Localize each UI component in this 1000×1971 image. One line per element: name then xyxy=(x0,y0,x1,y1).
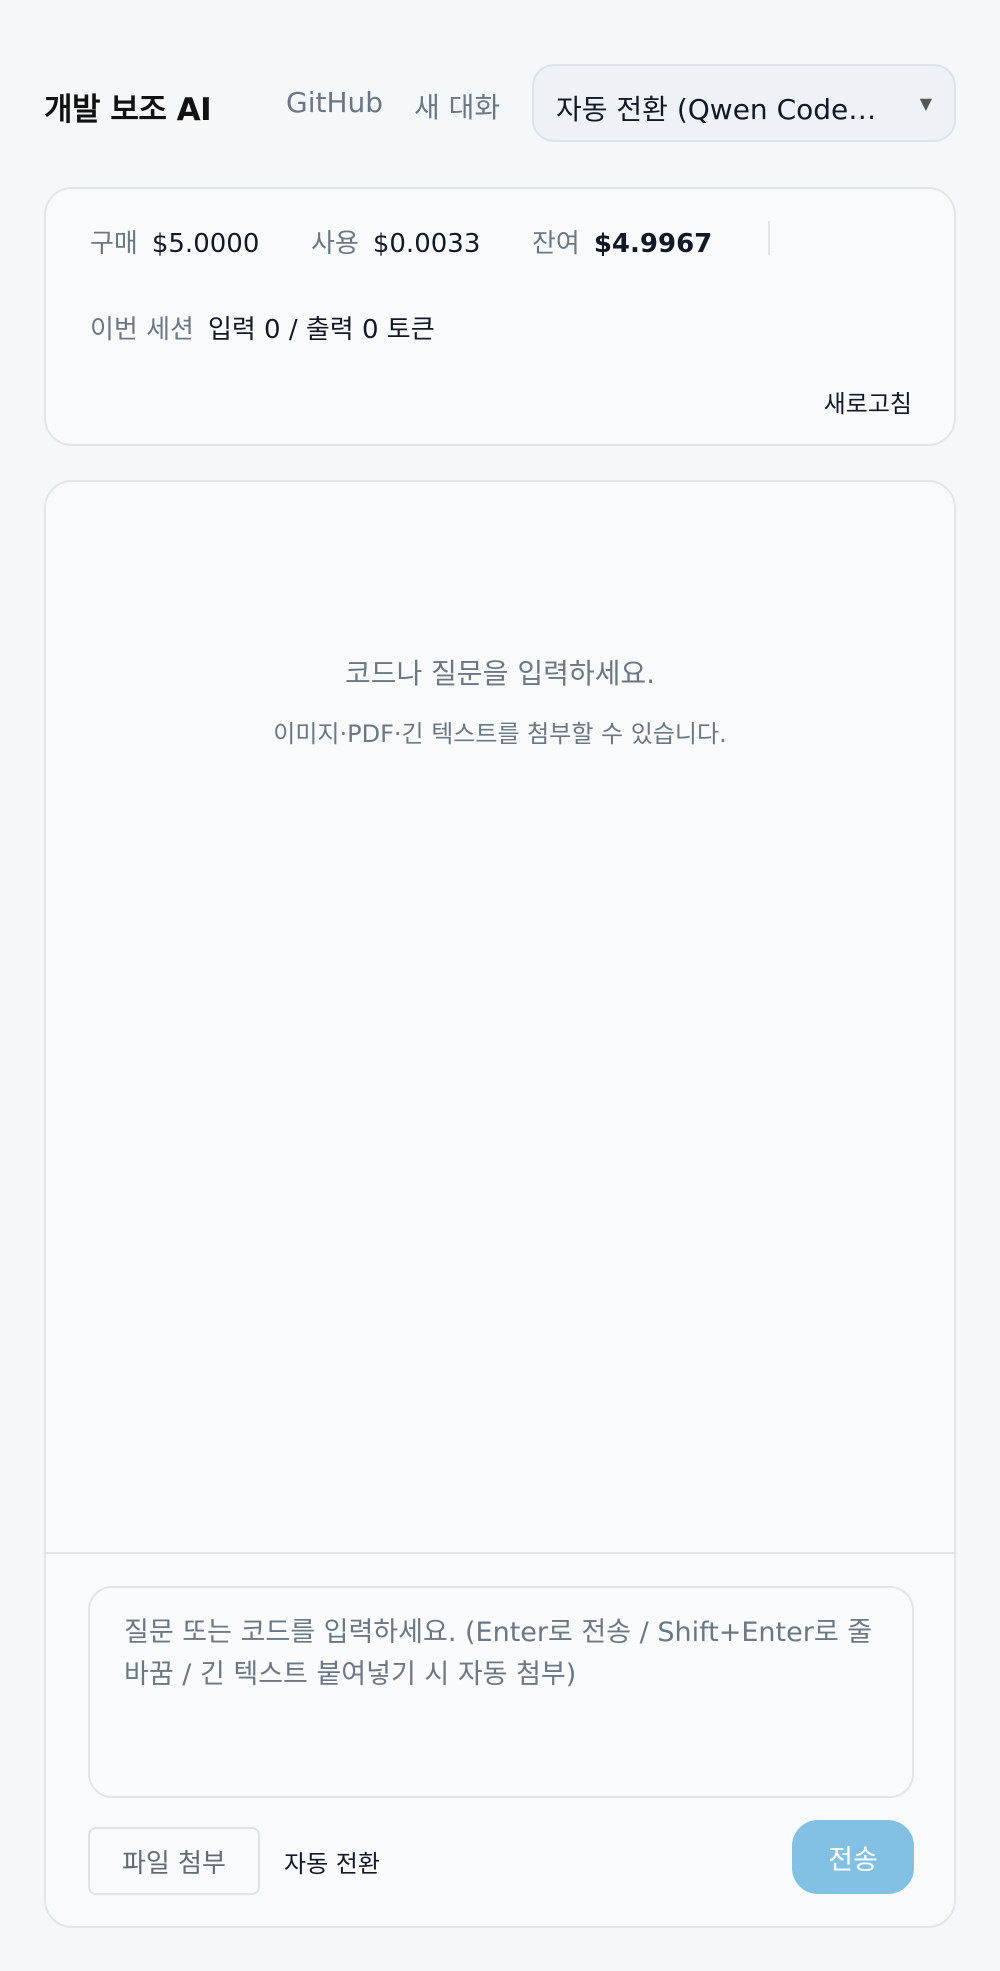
balance-label: 잔여 xyxy=(532,229,580,259)
purchased-label: 구매 xyxy=(90,229,138,259)
github-link[interactable]: GitHub xyxy=(286,86,383,119)
purchased-stat: 구매 $5.0000 xyxy=(90,223,259,260)
model-select[interactable]: 자동 전환 (Qwen Code… ▼ xyxy=(532,64,956,142)
triangle-down-icon: ▼ xyxy=(919,94,932,113)
used-value: $0.0033 xyxy=(372,229,481,259)
session-value: 입력 0 / 출력 0 토큰 xyxy=(207,315,435,345)
composer-divider xyxy=(46,1552,954,1554)
app-title: 개발 보조 AI xyxy=(44,92,212,128)
empty-state-hint: 이미지·PDF·긴 텍스트를 첨부할 수 있습니다. xyxy=(273,720,727,748)
balance-stat: 잔여 $4.9967 xyxy=(532,223,712,260)
refresh-button[interactable]: 새로고침 xyxy=(824,384,912,419)
attach-file-button[interactable]: 파일 첨부 xyxy=(88,1827,260,1895)
empty-state: 코드나 질문을 입력하세요. 이미지·PDF·긴 텍스트를 첨부할 수 있습니다… xyxy=(46,652,954,749)
mode-label: 자동 전환 xyxy=(284,1850,380,1878)
empty-state-title: 코드나 질문을 입력하세요. xyxy=(344,657,656,690)
used-label: 사용 xyxy=(311,229,359,259)
usage-divider xyxy=(768,221,770,255)
used-stat: 사용 $0.0033 xyxy=(311,223,480,260)
new-chat-link[interactable]: 새 대화 xyxy=(414,86,500,126)
header: 개발 보조 AI GitHub 새 대화 자동 전환 (Qwen Code… ▼ xyxy=(44,64,956,142)
balance-value: $4.9967 xyxy=(593,229,713,259)
send-button[interactable]: 전송 xyxy=(792,1820,914,1894)
model-select-value: 자동 전환 (Qwen Code… xyxy=(556,93,877,126)
message-input[interactable] xyxy=(88,1586,914,1798)
session-stat: 이번 세션 입력 0 / 출력 0 토큰 xyxy=(90,309,435,346)
session-label: 이번 세션 xyxy=(90,315,194,345)
purchased-value: $5.0000 xyxy=(151,229,260,259)
usage-card: 구매 $5.0000 사용 $0.0033 잔여 $4.9967 이번 세션 입력 0 … xyxy=(44,187,956,446)
chat-panel: 코드나 질문을 입력하세요. 이미지·PDF·긴 텍스트를 첨부할 수 있습니다… xyxy=(44,480,956,1928)
